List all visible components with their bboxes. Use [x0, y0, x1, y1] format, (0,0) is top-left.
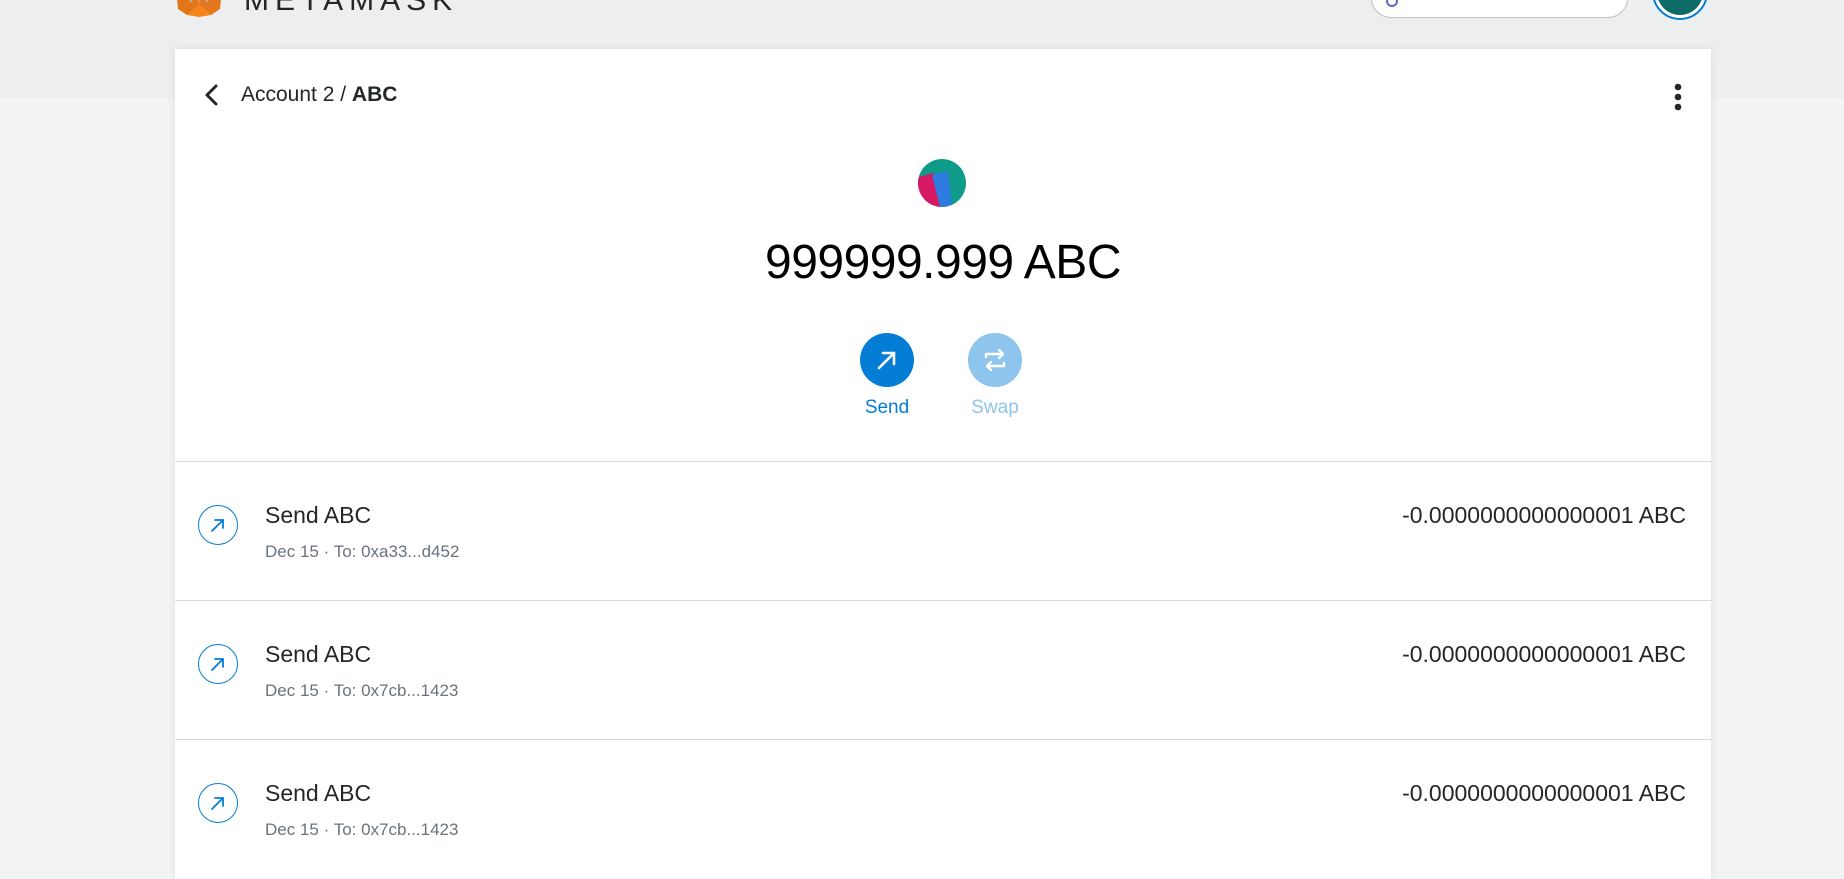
chevron-left-icon	[205, 84, 218, 106]
fox-logo-icon	[177, 0, 221, 17]
transaction-row[interactable]: Send ABC Dec 15 · To: 0x7cb...1423 -0.00…	[175, 601, 1711, 740]
arrow-up-right-icon	[877, 351, 896, 370]
transaction-recipient: To: 0xa33...d452	[333, 542, 460, 561]
network-status-icon	[1386, 0, 1398, 7]
metamask-wordmark: METAMASK	[244, 0, 459, 17]
send-button[interactable]: Send	[842, 333, 932, 419]
separator-dot: ·	[323, 820, 334, 839]
token-balance: 999999.999 ABC	[765, 236, 1121, 289]
transaction-recipient: To: 0x7cb...1423	[333, 681, 459, 700]
arrow-up-right-icon	[211, 797, 224, 810]
transaction-subtitle: Dec 15 · To: 0xa33...d452	[265, 542, 459, 562]
send-button-circle[interactable]	[860, 333, 914, 387]
swap-arrows-icon	[984, 348, 1006, 372]
transaction-title: Send ABC	[265, 780, 372, 806]
kebab-menu-icon	[1674, 83, 1682, 111]
breadcrumb-account[interactable]: Account 2 /	[241, 83, 352, 106]
asset-options-button[interactable]	[1669, 82, 1687, 112]
arrow-up-right-icon	[211, 519, 224, 532]
transaction-row[interactable]: Send ABC Dec 15 · To: 0xa33...d452 -0.00…	[175, 462, 1711, 601]
transaction-amount: -0.0000000000000001 ABC	[1402, 641, 1686, 667]
asset-header: Account 2 / ABC	[175, 49, 1711, 145]
transaction-title: Send ABC	[265, 502, 372, 528]
metamask-logo[interactable]: METAMASK	[174, 0, 458, 18]
breadcrumb-asset: ABC	[351, 83, 398, 106]
transaction-date: Dec 15	[265, 681, 319, 700]
send-label[interactable]: Send	[842, 397, 932, 419]
back-button[interactable]	[201, 81, 223, 109]
separator-dot: ·	[323, 681, 334, 700]
transaction-title: Send ABC	[265, 641, 372, 667]
avatar-identicon	[1657, 0, 1703, 15]
asset-page-card: Account 2 / ABC 999999.999 ABC Send Swap…	[175, 49, 1711, 879]
transaction-subtitle: Dec 15 · To: 0x7cb...1423	[265, 820, 458, 840]
transaction-date: Dec 15	[265, 820, 319, 839]
transaction-subtitle: Dec 15 · To: 0x7cb...1423	[265, 681, 458, 701]
swap-button-circle[interactable]	[968, 333, 1022, 387]
transaction-amount: -0.0000000000000001 ABC	[1402, 780, 1686, 806]
token-identicon	[918, 159, 966, 207]
swap-button[interactable]: Swap	[950, 333, 1040, 419]
transaction-date: Dec 15	[265, 542, 319, 561]
separator-dot: ·	[323, 542, 334, 561]
transaction-amount: -0.0000000000000001 ABC	[1402, 502, 1686, 528]
transaction-send-icon	[198, 783, 238, 823]
swap-label[interactable]: Swap	[950, 397, 1040, 419]
breadcrumb: Account 2 / ABC	[241, 83, 397, 107]
transaction-send-icon	[198, 505, 238, 545]
transaction-row[interactable]: Send ABC Dec 15 · To: 0x7cb...1423 -0.00…	[175, 740, 1711, 879]
transaction-recipient: To: 0x7cb...1423	[333, 820, 459, 839]
network-selector[interactable]	[1371, 0, 1628, 18]
arrow-up-right-icon	[211, 658, 224, 671]
account-avatar[interactable]	[1652, 0, 1708, 20]
transaction-send-icon	[198, 644, 238, 684]
